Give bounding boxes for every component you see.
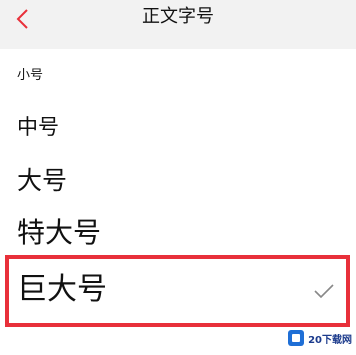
font-size-option-small[interactable]: 小号 <box>0 63 356 89</box>
watermark-text: 20下载网 <box>308 334 352 346</box>
font-size-option-huge[interactable]: 巨大号 <box>5 255 350 327</box>
font-size-option-large[interactable]: 大号 <box>0 161 356 203</box>
option-label: 巨大号 <box>17 272 107 307</box>
option-label: 特大号 <box>17 216 102 249</box>
option-label: 小号 <box>17 68 44 83</box>
font-size-option-extra-large[interactable]: 特大号 <box>0 211 356 259</box>
watermark: 20下载网 <box>287 327 352 349</box>
font-size-options-list: 小号 中号 大号 特大号 巨大号 <box>0 49 356 355</box>
checkmark-icon <box>314 284 334 299</box>
option-label: 大号 <box>17 166 68 195</box>
page-title: 正文字号 <box>142 6 214 27</box>
font-size-option-medium[interactable]: 中号 <box>0 109 356 147</box>
watermark-logo-icon <box>288 330 305 346</box>
navigation-bar: 正文字号 <box>0 0 356 42</box>
option-label: 中号 <box>17 115 59 139</box>
